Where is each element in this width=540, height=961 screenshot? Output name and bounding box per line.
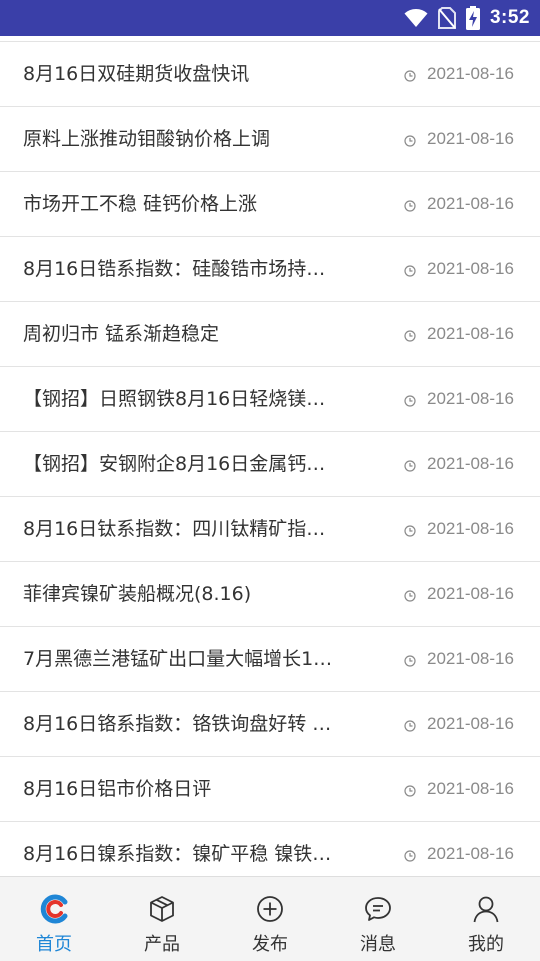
- status-bar: 3:52: [0, 0, 540, 36]
- clock-icon: [404, 522, 416, 537]
- news-list-item[interactable]: 原料上涨推动钼酸钠价格上调 2021-08-16: [0, 107, 540, 172]
- plus-circle-icon: [254, 893, 286, 925]
- news-title: 8月16日锆系指数：硅酸锆市场持…: [23, 258, 326, 280]
- news-title: 【钢招】日照钢铁8月16日轻烧镁…: [23, 388, 326, 410]
- news-list-item[interactable]: 【钢招】安钢附企8月16日金属钙… 2021-08-16: [0, 432, 540, 497]
- news-date: 2021-08-16: [427, 64, 514, 83]
- tab-label: 发布: [252, 934, 288, 955]
- clock-icon: [404, 717, 416, 732]
- news-date: 2021-08-16: [427, 389, 514, 408]
- clock-icon: [404, 652, 416, 667]
- clock-icon: [404, 262, 416, 277]
- news-date: 2021-08-16: [427, 324, 514, 343]
- tab-label: 消息: [360, 934, 396, 955]
- news-list-item[interactable]: 7月黑德兰港锰矿出口量大幅增长1… 2021-08-16: [0, 627, 540, 692]
- tab-label: 我的: [468, 934, 504, 955]
- news-list-item[interactable]: 8月16日双硅期货收盘快讯 2021-08-16: [0, 42, 540, 107]
- news-title: 周初归市 锰系渐趋稳定: [23, 323, 220, 345]
- news-date: 2021-08-16: [427, 584, 514, 603]
- news-date: 2021-08-16: [427, 129, 514, 148]
- news-date: 2021-08-16: [427, 649, 514, 668]
- clock-icon: [404, 587, 416, 602]
- tab-messages[interactable]: 消息: [324, 877, 432, 961]
- news-date: 2021-08-16: [427, 844, 514, 863]
- news-list-item[interactable]: 8月16日锆系指数：硅酸锆市场持… 2021-08-16: [0, 237, 540, 302]
- news-date: 2021-08-16: [427, 779, 514, 798]
- news-list-item[interactable]: 菲律宾镍矿装船概况(8.16) 2021-08-16: [0, 562, 540, 627]
- news-list-item[interactable]: 周初归市 锰系渐趋稳定 2021-08-16: [0, 302, 540, 367]
- clock-icon: [404, 132, 416, 147]
- news-list-item[interactable]: 市场开工不稳 硅钙价格上涨 2021-08-16: [0, 172, 540, 237]
- tab-label: 产品: [144, 934, 180, 955]
- clock-icon: [404, 392, 416, 407]
- tab-products[interactable]: 产品: [108, 877, 216, 961]
- box-icon: [146, 893, 178, 925]
- tab-publish[interactable]: 发布: [216, 877, 324, 961]
- news-list-item[interactable]: 8月16日钛系指数：四川钛精矿指… 2021-08-16: [0, 497, 540, 562]
- status-time: 3:52: [489, 7, 530, 28]
- tab-label: 首页: [36, 934, 72, 955]
- news-title: 8月16日铬系指数：铬铁询盘好转 …: [23, 713, 332, 735]
- news-title: 原料上涨推动钼酸钠价格上调: [23, 128, 271, 150]
- news-title: 市场开工不稳 硅钙价格上涨: [23, 193, 258, 215]
- tab-home[interactable]: 首页: [0, 877, 108, 961]
- news-list-item[interactable]: 8月16日铬系指数：铬铁询盘好转 … 2021-08-16: [0, 692, 540, 757]
- clock-icon: [404, 197, 416, 212]
- wifi-icon: [404, 8, 428, 28]
- clock-icon: [404, 67, 416, 82]
- news-date: 2021-08-16: [427, 194, 514, 213]
- news-date: 2021-08-16: [427, 259, 514, 278]
- bottom-tab-bar: 首页 产品 发布 消息 我的: [0, 876, 540, 961]
- tab-mine[interactable]: 我的: [432, 877, 540, 961]
- news-title: 8月16日铝市价格日评: [23, 778, 212, 800]
- person-icon: [470, 893, 502, 925]
- clock-icon: [404, 782, 416, 797]
- news-title: 8月16日双硅期货收盘快讯: [23, 63, 250, 85]
- news-date: 2021-08-16: [427, 714, 514, 733]
- clock-icon: [404, 327, 416, 342]
- news-title: 7月黑德兰港锰矿出口量大幅增长1…: [23, 648, 333, 670]
- news-title: 8月16日钛系指数：四川钛精矿指…: [23, 518, 326, 540]
- news-title: 菲律宾镍矿装船概况(8.16): [23, 583, 252, 605]
- chat-bubble-icon: [362, 893, 394, 925]
- news-title: 8月16日镍系指数：镍矿平稳 镍铁…: [23, 843, 332, 865]
- no-sim-icon: [437, 7, 456, 29]
- news-list-item[interactable]: 【钢招】日照钢铁8月16日轻烧镁… 2021-08-16: [0, 367, 540, 432]
- clock-icon: [404, 457, 416, 472]
- home-logo-icon: [38, 893, 70, 925]
- news-list-item[interactable]: 8月16日铝市价格日评 2021-08-16: [0, 757, 540, 822]
- clock-icon: [404, 847, 416, 862]
- news-date: 2021-08-16: [427, 519, 514, 538]
- battery-charging-icon: [465, 6, 480, 30]
- news-list-item[interactable]: 8月16日镍系指数：镍矿平稳 镍铁… 2021-08-16: [0, 822, 540, 876]
- news-date: 2021-08-16: [427, 454, 514, 473]
- news-list[interactable]: 8月16日双硅期货收盘快讯 2021-08-16 原料上涨推动钼酸钠价格上调 2021…: [0, 36, 540, 876]
- news-title: 【钢招】安钢附企8月16日金属钙…: [23, 453, 326, 475]
